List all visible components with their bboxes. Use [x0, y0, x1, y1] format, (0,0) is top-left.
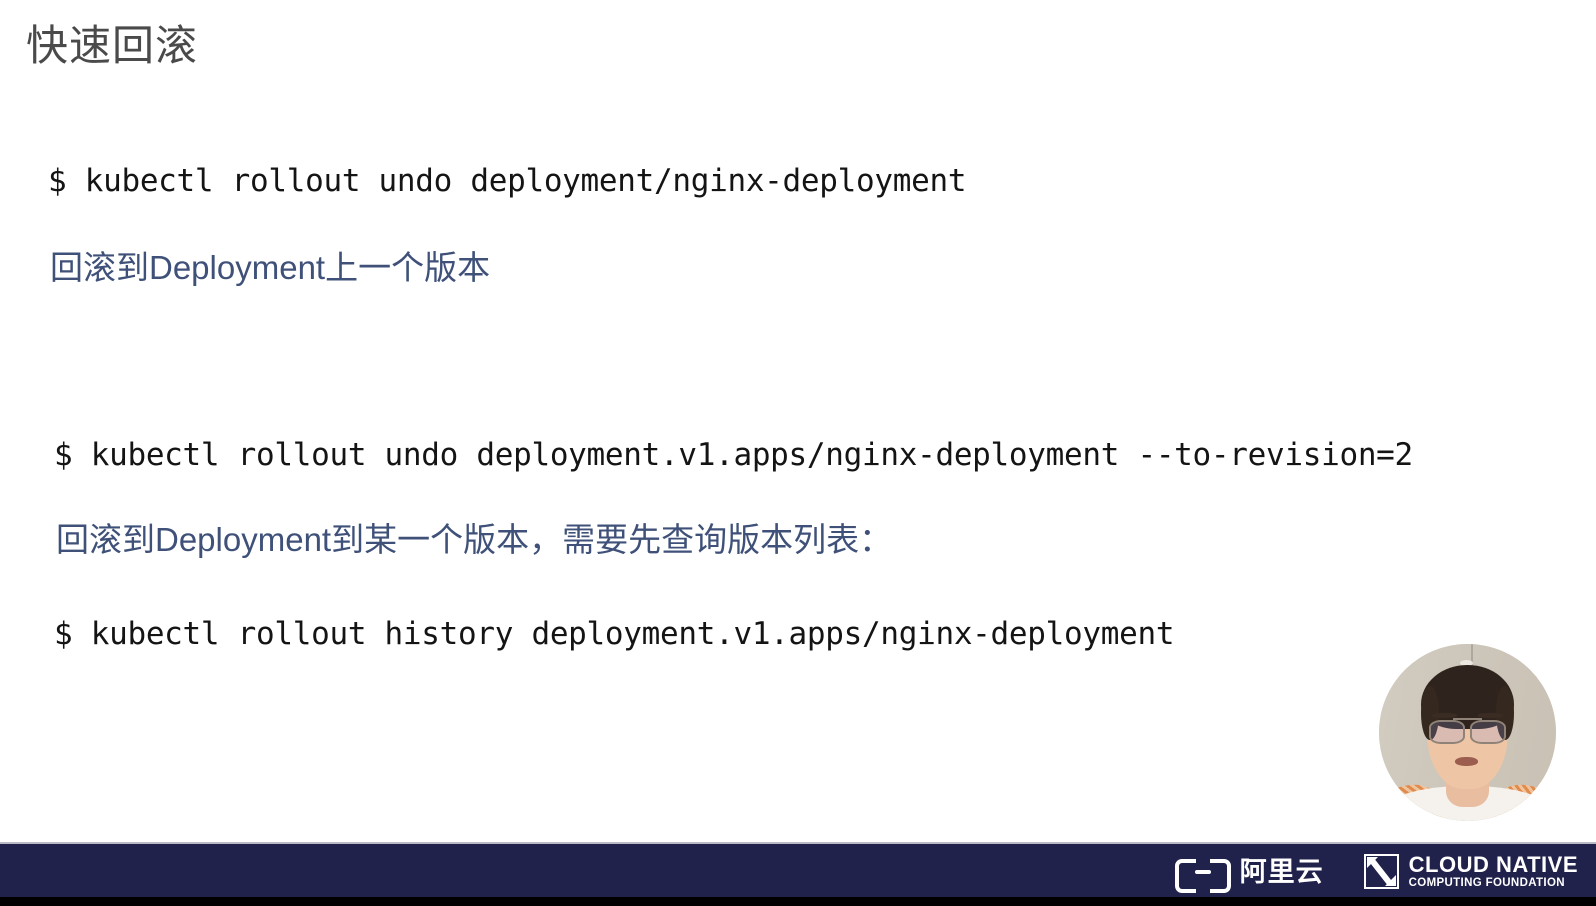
footer-bottom-strip — [0, 897, 1596, 906]
bracket-left-icon — [1174, 858, 1196, 893]
code-line-rollout-undo-to-revision: $ kubectl rollout undo deployment.v1.app… — [54, 437, 1413, 473]
cncf-title-line: CLOUD NATIVE — [1408, 851, 1578, 877]
note-rollback-previous-revision: 回滚到Deployment上一个版本 — [50, 249, 491, 286]
footer-logo-group: 阿里云 CLOUD NATIVE COMPUTING FOUNDATION — [1174, 844, 1578, 899]
cncf-logo: CLOUD NATIVE COMPUTING FOUNDATION — [1363, 851, 1578, 890]
bracket-right-icon — [1209, 858, 1231, 893]
alibaba-cloud-logo: 阿里云 — [1174, 856, 1324, 893]
page-title: 快速回滚 — [26, 22, 199, 69]
glasses-lens-right — [1469, 720, 1507, 744]
bracket-dash-icon — [1194, 869, 1211, 874]
note-rollback-specific-revision: 回滚到Deployment到某一个版本，需要先查询版本列表： — [56, 521, 893, 558]
cncf-square-icon — [1363, 854, 1399, 889]
alibaba-cloud-bracket-icon — [1174, 858, 1231, 893]
code-line-rollout-undo-basic: $ kubectl rollout undo deployment/nginx-… — [48, 163, 967, 199]
presenter-webcam-bubble — [1379, 644, 1556, 821]
alibaba-cloud-wordmark: 阿里云 — [1239, 856, 1324, 887]
presenter-mouth — [1455, 757, 1479, 767]
code-line-rollout-history: $ kubectl rollout history deployment.v1.… — [54, 616, 1175, 652]
cncf-subtitle-line: COMPUTING FOUNDATION — [1408, 876, 1565, 889]
presenter-glasses — [1428, 720, 1507, 744]
cncf-triangle-bottom-right-icon — [1384, 875, 1396, 886]
footer-bar: 阿里云 CLOUD NATIVE COMPUTING FOUNDATION — [0, 842, 1596, 899]
glasses-bridge — [1453, 718, 1482, 721]
presenter-eyebrow-right — [1478, 713, 1503, 719]
glasses-lens-left — [1428, 720, 1466, 744]
slide-canvas: 快速回滚 $ kubectl rollout undo deployment/n… — [0, 0, 1596, 906]
cncf-wordmark: CLOUD NATIVE COMPUTING FOUNDATION — [1408, 851, 1578, 890]
